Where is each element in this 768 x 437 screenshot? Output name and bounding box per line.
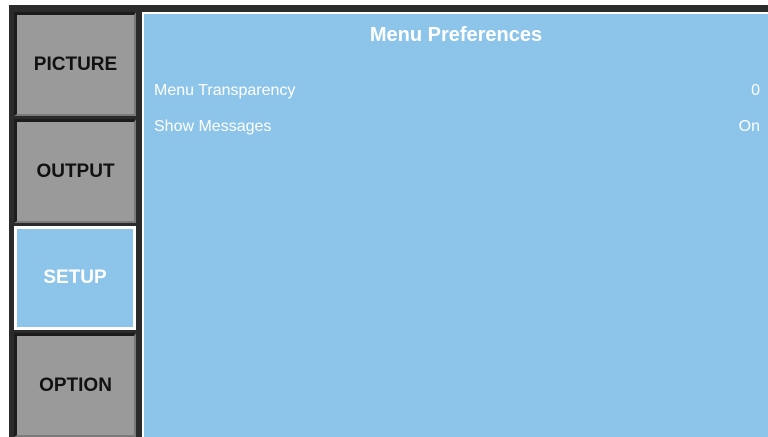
tab-output[interactable]: OUTPUT bbox=[14, 119, 136, 223]
panel-title: Menu Preferences bbox=[369, 24, 543, 46]
setting-row-show-messages[interactable]: Show Messages On bbox=[154, 116, 760, 138]
setting-label: Menu Transparency bbox=[154, 82, 296, 99]
tab-picture-label: PICTURE bbox=[33, 53, 118, 75]
tab-setup[interactable]: SETUP bbox=[14, 226, 136, 330]
setting-label: Show Messages bbox=[154, 118, 272, 135]
setting-value: On bbox=[738, 118, 760, 135]
tab-output-label: OUTPUT bbox=[36, 160, 115, 182]
menu-tab-column: PICTURE OUTPUT SETUP OPTION bbox=[14, 8, 140, 437]
settings-panel: Menu Preferences Menu Transparency 0 Sho… bbox=[142, 12, 768, 437]
setting-value: 0 bbox=[751, 82, 760, 99]
tab-picture[interactable]: PICTURE bbox=[14, 12, 136, 116]
tab-setup-label: SETUP bbox=[43, 267, 107, 288]
tab-option[interactable]: OPTION bbox=[14, 333, 136, 437]
tab-option-label: OPTION bbox=[39, 374, 112, 396]
setting-row-menu-transparency[interactable]: Menu Transparency 0 bbox=[154, 80, 760, 102]
